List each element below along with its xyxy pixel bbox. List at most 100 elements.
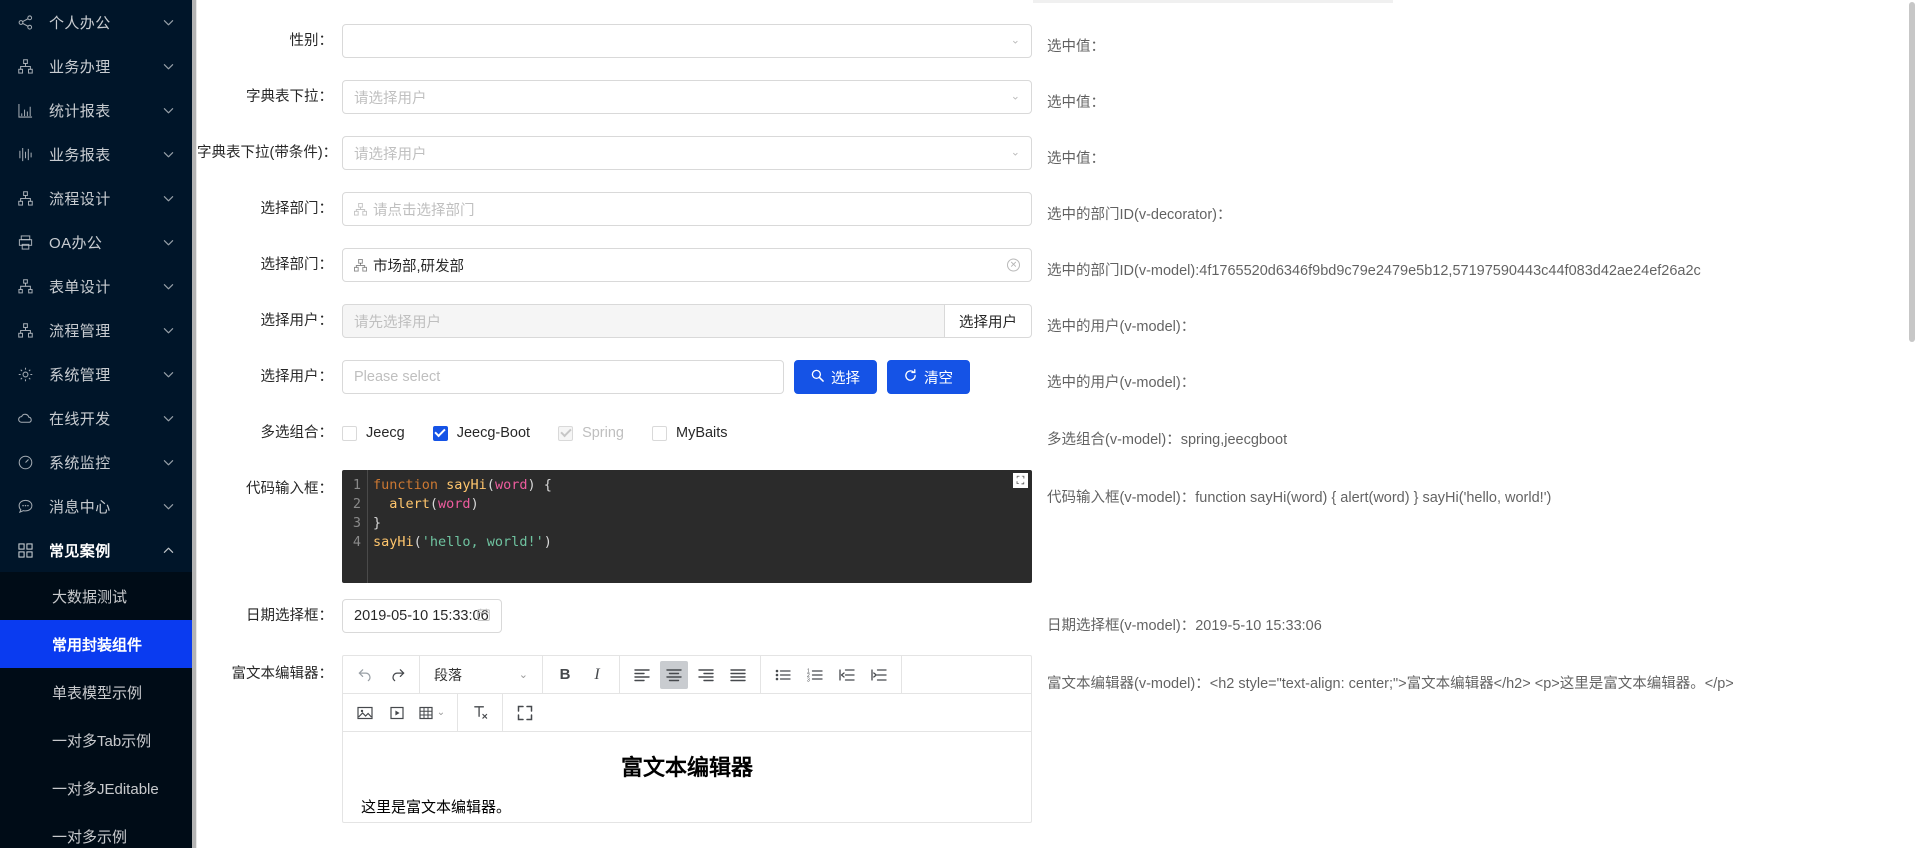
dept-select-filled[interactable]: 市场部,研发部 ✕ [342, 248, 1032, 282]
form-row-code-editor: 代码输入框： 1 function sayHi(word) {2 alert(wo… [197, 470, 1037, 583]
align-right-icon[interactable] [692, 661, 720, 689]
readout-row-6: 选中的用户(v-model)： [1047, 304, 1916, 350]
readout-dept-decorator: 选中的部门ID(v-decorator)： [1047, 207, 1232, 223]
code-fullscreen-icon[interactable]: ⛶ [1013, 473, 1028, 488]
paragraph-style-select[interactable]: 段落 ⌄ [426, 661, 536, 689]
checkbox-mybaits[interactable]: MyBaits [651, 416, 728, 450]
sidebar-subitem-5[interactable]: 一对多示例 [0, 812, 196, 848]
video-icon[interactable] [383, 699, 411, 727]
cluster-icon [354, 258, 367, 272]
ordered-list-icon[interactable]: 123 [801, 661, 829, 689]
italic-icon[interactable]: I [583, 661, 611, 689]
select-user-button[interactable]: 选择用户 [945, 304, 1032, 338]
rich-text-paragraph: 这里是富文本编辑器。 [361, 799, 512, 816]
user-select-disabled-input[interactable]: 请先选择用户 [342, 304, 945, 338]
user-select-placeholder: 请先选择用户 [354, 314, 441, 331]
sidebar-subitem-4[interactable]: 一对多JEditable [0, 764, 196, 812]
label-date-picker: 日期选择框： [246, 608, 333, 624]
image-icon[interactable] [351, 699, 379, 727]
undo-icon[interactable] [351, 661, 379, 689]
chevron-down-icon [162, 456, 174, 468]
form-row-dict-select-cond: 字典表下拉(带条件)： 请选择用户 ⌄ [197, 136, 1037, 182]
dict-select-cond[interactable]: 请选择用户 ⌄ [342, 136, 1032, 170]
rich-text-body[interactable]: 富文本编辑器 这里是富文本编辑器。 [343, 732, 1031, 822]
date-picker[interactable]: 2019-05-10 15:33:06 [342, 599, 502, 633]
sidebar-item-label: 个人办公 [49, 14, 111, 32]
sidebar-subitem-1[interactable]: 常用封装组件 [0, 620, 196, 668]
sidebar-item-7[interactable]: 流程管理 [0, 308, 196, 352]
indent-icon[interactable] [865, 661, 893, 689]
close-circle-icon[interactable]: ✕ [1007, 258, 1020, 272]
sidebar-item-1[interactable]: 业务办理 [0, 44, 196, 88]
dept-select-empty[interactable]: 请点击选择部门 [342, 192, 1032, 226]
bold-icon[interactable]: B [551, 661, 579, 689]
bullet-list-icon[interactable] [769, 661, 797, 689]
sidebar-item-4[interactable]: 流程设计 [0, 176, 196, 220]
checkbox-box [651, 425, 667, 441]
checkbox-jeecg[interactable]: Jeecg [342, 416, 405, 450]
gender-select[interactable]: ⌄ [342, 24, 1032, 58]
code-line-number: 3 [352, 515, 361, 531]
main-scrollbar[interactable] [1908, 0, 1916, 848]
form-row-dict-select: 字典表下拉： 请选择用户 ⌄ [197, 80, 1037, 126]
clear-format-icon[interactable] [466, 699, 494, 727]
sidebar-item-5[interactable]: OA办公 [0, 220, 196, 264]
checkbox-label: MyBaits [675, 425, 728, 441]
select-button-label: 选择 [831, 370, 860, 387]
code-line: 1 function sayHi(word) { [342, 476, 1032, 495]
share-icon [18, 14, 40, 30]
sidebar-subitem-2[interactable]: 单表模型示例 [0, 668, 196, 716]
rte-paragraph-group: 段落 ⌄ [420, 655, 543, 694]
sidebar-item-label: 系统管理 [49, 366, 111, 384]
clear-button[interactable]: 清空 [887, 360, 970, 394]
align-center-icon[interactable] [660, 660, 688, 689]
redo-icon[interactable] [383, 661, 411, 689]
code-line-text: } [373, 515, 382, 531]
dict-select-cond-placeholder: 请选择用户 [354, 146, 427, 163]
align-justify-icon[interactable] [724, 661, 752, 689]
chevron-down-icon [162, 324, 174, 336]
code-editor[interactable]: 1 function sayHi(word) {2 alert(word) 3} 4 s… [342, 470, 1032, 583]
calendar-icon [477, 608, 490, 624]
sidebar-item-11[interactable]: 消息中心 [0, 484, 196, 528]
sidebar-subitem-3[interactable]: 一对多Tab示例 [0, 716, 196, 764]
label-code-editor: 代码输入框： [246, 481, 333, 497]
code-line-number: 1 [352, 477, 361, 493]
align-left-icon[interactable] [628, 661, 656, 689]
code-line: 4 sayHi('hello, world!') [342, 533, 1032, 552]
sidebar-subitem-0[interactable]: 大数据测试 [0, 572, 196, 620]
sidebar-item-8[interactable]: 系统管理 [0, 352, 196, 396]
fullscreen-icon[interactable] [511, 699, 539, 727]
sidebar-item-10[interactable]: 系统监控 [0, 440, 196, 484]
user-please-select-input[interactable]: Please select [342, 360, 784, 394]
readout-rich-text: 富文本编辑器(v-model)：<h2 style="text-align: c… [1047, 676, 1734, 692]
chevron-down-icon: ⌄ [436, 707, 446, 718]
form-row-dept-filled: 选择部门： 市场部,研发部 ✕ [197, 248, 1037, 294]
label-user-addon: 选择用户： [260, 313, 334, 329]
dict-select[interactable]: 请选择用户 ⌄ [342, 80, 1032, 114]
outdent-icon[interactable] [833, 661, 861, 689]
rte-align-group [620, 655, 761, 694]
sidebar-item-9[interactable]: 在线开发 [0, 396, 196, 440]
chevron-down-icon [162, 148, 174, 160]
table-icon[interactable]: ⌄ [415, 699, 449, 727]
select-button[interactable]: 选择 [794, 360, 877, 394]
sidebar-item-2[interactable]: 统计报表 [0, 88, 196, 132]
sidebar-item-6[interactable]: 表单设计 [0, 264, 196, 308]
form-row-date-picker: 日期选择框： 2019-05-10 15:33:06 [197, 599, 1037, 645]
readout-row-9: 代码输入框(v-model)：function sayHi(word) { al… [1047, 486, 1916, 510]
checkbox-jeecg-boot[interactable]: Jeecg-Boot [432, 416, 530, 450]
sidebar-item-12[interactable]: 常见案例 [0, 528, 196, 572]
chevron-down-icon: ⌄ [1010, 90, 1020, 103]
cluster-icon [18, 190, 40, 206]
readout-row-11: 富文本编辑器(v-model)：<h2 style="text-align: c… [1047, 672, 1916, 696]
sidebar-item-3[interactable]: 业务报表 [0, 132, 196, 176]
chevron-down-icon [162, 280, 174, 292]
appstore-icon [18, 542, 40, 558]
form-row-rich-text: 富文本编辑器： 段落 ⌄ B I 1 2 3 ⌄ 富文本编辑器 这里是富文本编辑… [197, 655, 1037, 823]
chevron-down-icon [162, 500, 174, 512]
sidebar-item-0[interactable]: 个人办公 [0, 0, 196, 44]
sidebar-item-label: 流程管理 [49, 322, 111, 340]
main-scrollbar-thumb[interactable] [1909, 2, 1915, 342]
readout-row-2: 选中值： [1047, 80, 1916, 126]
